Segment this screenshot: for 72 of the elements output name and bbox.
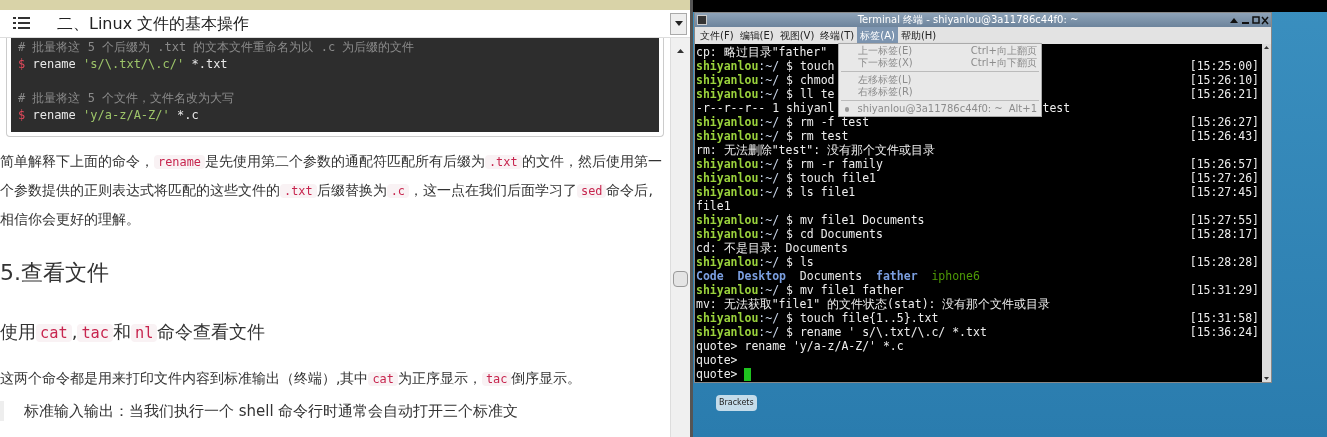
terminal-prompt-line: shiyanlou:~/ $ touch	[696, 59, 835, 73]
timestamp: [15:26:10]	[1189, 73, 1259, 87]
desktop-label[interactable]: Brackets	[716, 395, 757, 411]
dropdown-button[interactable]	[670, 12, 687, 35]
timestamp: [15:26:21]	[1189, 87, 1259, 101]
timestamp: [15:25:00]	[1189, 59, 1259, 73]
timestamp: [15:28:28]	[1189, 255, 1259, 269]
terminal-prompt-line: shiyanlou:~/ $ ls	[696, 255, 814, 269]
terminal-prompt-line: shiyanlou:~/ $ ls file1	[696, 185, 856, 199]
window-title: Terminal 终端 - shiyanlou@3a11786c44f0: ~	[856, 14, 1080, 26]
terminal-output: mv: 无法获取"file1" 的文件状态(stat): 没有那个文件或目录	[696, 297, 1051, 311]
terminal-output: quote>	[696, 367, 738, 381]
terminal-prompt-line: shiyanlou:~/ $ mv file1 father	[696, 283, 904, 297]
scroll-up-icon[interactable]	[1264, 46, 1269, 49]
menu-tab[interactable]: 编辑(E)	[736, 27, 777, 44]
timestamp: [15:27:45]	[1189, 185, 1259, 199]
directory-entry: iphone6	[931, 269, 980, 283]
terminal-output: cd: 不是目录: Documents	[696, 241, 848, 255]
directory-entry: Documents	[799, 269, 863, 283]
menu-tab[interactable]: 文件(F)	[697, 27, 737, 44]
timestamp: [15:26:27]	[1189, 115, 1259, 129]
scroll-down-icon[interactable]	[1264, 377, 1269, 380]
terminal-output: quote> rename 'y/a-z/A-Z/' *.c	[696, 339, 904, 353]
terminal-app-icon	[697, 15, 707, 25]
terminal-prompt-line: shiyanlou:~/ $ touch file1	[696, 171, 877, 185]
terminal-output: cp: 略过目录"father"	[696, 45, 828, 59]
terminal-prompt-line: shiyanlou:~/ $ rm -f test	[696, 115, 870, 129]
timestamp: [15:26:43]	[1189, 129, 1259, 143]
menu-tab[interactable]: 帮助(H)	[897, 27, 940, 44]
document-title: 二、Linux 文件的基本操作	[57, 12, 250, 35]
timestamp: [15:27:55]	[1189, 213, 1259, 227]
timestamp: [15:31:29]	[1189, 283, 1259, 297]
scroll-up-icon[interactable]	[677, 49, 684, 53]
timestamp: [15:36:24]	[1189, 325, 1259, 339]
terminal-prompt-line: shiyanlou:~/ $ cd Documents	[696, 227, 883, 241]
section-heading: 5.查看文件	[0, 259, 110, 287]
scroll-thumb[interactable]	[673, 271, 688, 287]
scrollbar[interactable]	[670, 38, 690, 437]
code-comment: # 批量将这 5 个文件，文件名改为大写	[18, 90, 236, 107]
terminal-prompt-line: shiyanlou:~/ $ ll te	[696, 87, 835, 101]
directory-entry: Desktop	[737, 269, 786, 283]
directory-entry: father	[876, 269, 918, 283]
menu-tab[interactable]: 终端(T)	[817, 27, 858, 44]
timestamp: [15:27:26]	[1189, 171, 1259, 185]
caret-icon	[674, 21, 683, 26]
code-comment: # 批量将这 5 个后缀为 .txt 的文本文件重命名为以 .c 为后缀的文件	[18, 39, 416, 56]
terminal-output: file1	[696, 199, 731, 213]
timestamp: [15:26:57]	[1189, 157, 1259, 171]
scrollbar[interactable]	[1262, 44, 1271, 382]
timestamp: [15:28:17]	[1189, 227, 1259, 241]
terminal-prompt-line: shiyanlou:~/ $ rm -r family	[696, 157, 883, 171]
subsection-heading: 使用 cat , tac 和 nl 命令查看文件	[0, 320, 267, 344]
terminal-prompt-line: shiyanlou:~/ $ mv file1 Documents	[696, 213, 925, 227]
code-line: $ rename 'y/a-z/A-Z/' *.c	[18, 107, 200, 124]
window-controls-icon[interactable]	[1229, 15, 1269, 25]
terminal-output: test	[1042, 101, 1071, 115]
code-line: $ rename 's/\.txt/\.c/' *.txt	[18, 56, 229, 73]
terminal-output: quote>	[696, 353, 738, 367]
list-icon[interactable]	[13, 17, 30, 30]
timestamp: [15:31:58]	[1189, 311, 1259, 325]
terminal-prompt-line: shiyanlou:~/ $ rename ' s/\.txt/\.c/ *.txt	[696, 325, 987, 339]
directory-entry: Code	[696, 269, 724, 283]
terminal-prompt-line: shiyanlou:~/ $ chmod	[696, 73, 835, 87]
quote-text: 标准输入输出：当我们执行一个 shell 命令行时通常会自动打开三个标准文	[24, 401, 520, 421]
paragraph: 这两个命令都是用来打印文件内容到标准输出（终端）,其中 cat 为正序显示， tac 倒序显示。	[0, 369, 583, 388]
menu-tab[interactable]: 视图(V)	[776, 27, 818, 44]
terminal-output: -r--r--r-- 1 shiyanl	[696, 101, 835, 115]
paragraph: 简单解释下上面的命令， rename 是先使用第二个参数的通配符匹配所有后缀为 .txt 的文件，然后使用第一个参数提供的正则表达式将匹配的这些文件的 .txt 后缀替换为 .c ，这一点在我们后面学习了 sed 命令后,相信你会更好的理解。	[0, 152, 663, 229]
terminal-output: rm: 无法删除"test": 没有那个文件或目录	[696, 143, 936, 157]
text-cursor	[744, 367, 752, 381]
terminal-prompt-line: shiyanlou:~/ $ touch file{1..5}.txt	[696, 311, 939, 325]
terminal-prompt-line: shiyanlou:~/ $ rm test	[696, 129, 849, 143]
